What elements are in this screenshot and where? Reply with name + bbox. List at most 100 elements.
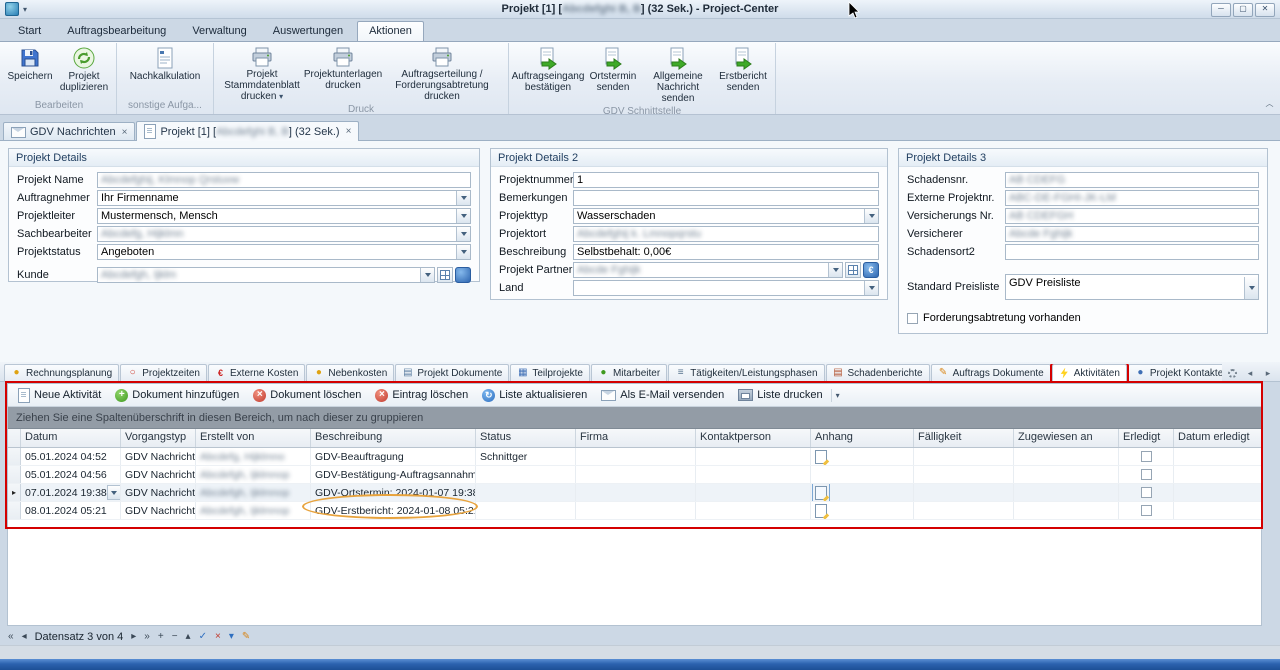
versicherer-input[interactable]: Abcde Fghijk <box>1005 226 1259 242</box>
projekt-name-input[interactable]: Abcdefghij, Klmnop Qrstuvw <box>97 172 471 188</box>
tab-schadenberichte[interactable]: Schadenberichte <box>826 364 930 381</box>
dokument-löschen-button[interactable]: Dokument löschen <box>247 387 367 404</box>
projekt-partner-select[interactable]: Abcde Fghijk <box>573 262 843 278</box>
chevron-down-icon[interactable] <box>456 245 470 259</box>
auftragserteilung-drucken-button[interactable]: Auftragserteilung / Forderungsabtretung … <box>379 44 505 104</box>
column-header-anhang[interactable]: Anhang <box>811 429 914 447</box>
erledigt-checkbox[interactable] <box>1141 505 1152 516</box>
tab-projektzeiten[interactable]: Projektzeiten <box>120 364 207 381</box>
column-header-fälligkeit[interactable]: Fälligkeit <box>914 429 1014 447</box>
nav-post-button[interactable]: ✓ <box>199 631 207 642</box>
table-row[interactable]: 05.01.2024 04:52GDV NachrichtAbcdefg, Hi… <box>8 448 1261 466</box>
ribbon-tab-verwaltung[interactable]: Verwaltung <box>180 21 258 41</box>
chevron-down-icon[interactable]: ▾ <box>831 389 844 402</box>
sachbearbeiter-select[interactable]: Abcdefg, Hijklmn <box>97 226 471 242</box>
nav-edit-filter-icon[interactable]: ✎ <box>242 631 250 642</box>
projektnummer-input[interactable]: 1 <box>573 172 879 188</box>
ortstermin-senden-button[interactable]: Ortstermin senden <box>584 44 642 106</box>
projekttyp-select[interactable]: Wasserschaden <box>573 208 879 224</box>
close-tab-icon[interactable]: × <box>346 126 352 137</box>
als-e-mail-versenden-button[interactable]: Als E-Mail versenden <box>595 387 730 403</box>
table-row[interactable]: 08.01.2024 05:21GDV NachrichtAbcdefgh, I… <box>8 502 1261 520</box>
ribbon-tab-aktionen[interactable]: Aktionen <box>357 21 424 41</box>
tab-aktivitäten[interactable]: Aktivitäten <box>1052 364 1127 381</box>
maximize-button[interactable]: ▢ <box>1233 3 1253 17</box>
ribbon-tab-auftragsbearbeitung[interactable]: Auftragsbearbeitung <box>55 21 178 41</box>
nachkalkulation-button[interactable]: Nachkalkulation <box>120 44 210 100</box>
nav-next-button[interactable]: ▸ <box>131 631 136 642</box>
neue-aktivität-button[interactable]: Neue Aktivität <box>12 386 107 405</box>
chevron-down-icon[interactable] <box>456 191 470 205</box>
projektort-input[interactable]: Abcdefghij k. Lmnopqrstu <box>573 226 879 242</box>
erstbericht-senden-button[interactable]: Erstbericht senden <box>714 44 772 106</box>
auftragseingang-bestaetigen-button[interactable]: Auftragseingang bestätigen <box>512 44 584 106</box>
chevron-down-icon[interactable] <box>456 209 470 223</box>
tab-scroll-right-icon[interactable]: ▸ <box>1260 366 1276 381</box>
chevron-down-icon[interactable] <box>864 209 878 223</box>
partner-euro-button[interactable]: € <box>863 262 879 278</box>
tab-settings-gear-icon[interactable] <box>1224 366 1240 381</box>
tab-tätigkeiten-leistungsphasen[interactable]: Tätigkeiten/Leistungsphasen <box>668 364 824 381</box>
nav-first-button[interactable]: « <box>8 631 14 642</box>
externe-projektnr-input[interactable]: ABC-DE-FGHI-JK-LM <box>1005 190 1259 206</box>
nav-append-button[interactable]: + <box>158 631 164 642</box>
chevron-down-icon[interactable] <box>420 268 434 282</box>
allgemeine-nachricht-senden-button[interactable]: Allgemeine Nachricht senden <box>642 44 714 106</box>
projektleiter-select[interactable]: Mustermensch, Mensch <box>97 208 471 224</box>
tab-rechnungsplanung[interactable]: Rechnungsplanung <box>4 364 119 381</box>
table-row[interactable]: ▸07.01.2024 19:38GDV NachrichtAbcdefgh, … <box>8 484 1261 502</box>
nav-filter-icon[interactable]: ▾ <box>229 631 234 642</box>
column-header-zugewiesen-an[interactable]: Zugewiesen an <box>1014 429 1119 447</box>
dokument-hinzufügen-button[interactable]: Dokument hinzufügen <box>109 387 245 404</box>
column-header-erstellt-von[interactable]: Erstellt von <box>196 429 311 447</box>
projektunterlagen-drucken-button[interactable]: Projektunterlagen drucken <box>307 44 379 104</box>
chevron-down-icon[interactable] <box>456 227 470 241</box>
tab-projekt-dokumente[interactable]: Projekt Dokumente <box>395 364 509 381</box>
chevron-down-icon[interactable] <box>1244 277 1258 299</box>
schadensnr-input[interactable]: AB CDEFG <box>1005 172 1259 188</box>
attachment-icon[interactable] <box>815 450 827 464</box>
schadensort2-input[interactable] <box>1005 244 1259 260</box>
kunde-select[interactable]: Abcdefgh, Ijklm <box>97 267 435 283</box>
ribbon-collapse-icon[interactable]: ︿ <box>1265 99 1274 108</box>
column-header-datum-erledigt[interactable]: Datum erledigt <box>1174 429 1262 447</box>
column-header-datum[interactable]: Datum <box>21 429 121 447</box>
tab-externe-kosten[interactable]: Externe Kosten <box>208 364 305 381</box>
standard-preisliste-select[interactable]: GDV Preisliste <box>1005 274 1259 300</box>
liste-aktualisieren-button[interactable]: Liste aktualisieren <box>476 387 593 404</box>
nav-previous-button[interactable]: ◂ <box>22 631 27 642</box>
chevron-down-icon[interactable] <box>864 281 878 295</box>
column-header-kontaktperson[interactable]: Kontaktperson <box>696 429 811 447</box>
kunde-open-button[interactable] <box>455 267 471 283</box>
kunde-details-button[interactable] <box>437 267 453 283</box>
column-header-beschreibung[interactable]: Beschreibung <box>311 429 476 447</box>
auftragnehmer-select[interactable]: Ihr Firmenname <box>97 190 471 206</box>
doc-tab-projekt[interactable]: Projekt [1] [Abcdefghi B, B] (32 Sek.) × <box>136 121 359 141</box>
table-row[interactable]: 05.01.2024 04:56GDV NachrichtAbcdefgh, I… <box>8 466 1261 484</box>
projektstatus-select[interactable]: Angeboten <box>97 244 471 260</box>
nav-cancel-button[interactable]: × <box>215 631 221 642</box>
tab-teilprojekte[interactable]: Teilprojekte <box>510 364 590 381</box>
liste-drucken-button[interactable]: Liste drucken <box>732 387 828 403</box>
tab-scroll-left-icon[interactable]: ◂ <box>1242 366 1258 381</box>
column-header-firma[interactable]: Firma <box>576 429 696 447</box>
close-button[interactable]: ✕ <box>1255 3 1275 17</box>
tab-projekt-kontakte[interactable]: Projekt Kontakte <box>1128 364 1222 381</box>
speichern-button[interactable]: Speichern <box>5 44 55 100</box>
minimize-button[interactable]: ─ <box>1211 3 1231 17</box>
versicherungsnr-input[interactable]: AB CDEFGH <box>1005 208 1259 224</box>
projekt-duplizieren-button[interactable]: Projekt duplizieren <box>55 44 113 100</box>
doc-tab-gdv-nachrichten[interactable]: GDV Nachrichten × <box>3 122 135 141</box>
tab-auftrags-dokumente[interactable]: Auftrags Dokumente <box>931 364 1051 381</box>
land-select[interactable] <box>573 280 879 296</box>
stammdatenblatt-drucken-button[interactable]: Projekt Stammdatenblatt drucken ▾ <box>217 44 307 104</box>
tab-nebenkosten[interactable]: Nebenkosten <box>306 364 394 381</box>
nav-edit-button[interactable]: ▴ <box>186 631 191 642</box>
partner-details-button[interactable] <box>845 262 861 278</box>
forderungsabtretung-checkbox[interactable] <box>907 313 918 324</box>
chevron-down-icon[interactable] <box>107 485 121 500</box>
close-tab-icon[interactable]: × <box>122 127 128 138</box>
column-header-status[interactable]: Status <box>476 429 576 447</box>
chevron-down-icon[interactable] <box>828 263 842 277</box>
erledigt-checkbox[interactable] <box>1141 451 1152 462</box>
